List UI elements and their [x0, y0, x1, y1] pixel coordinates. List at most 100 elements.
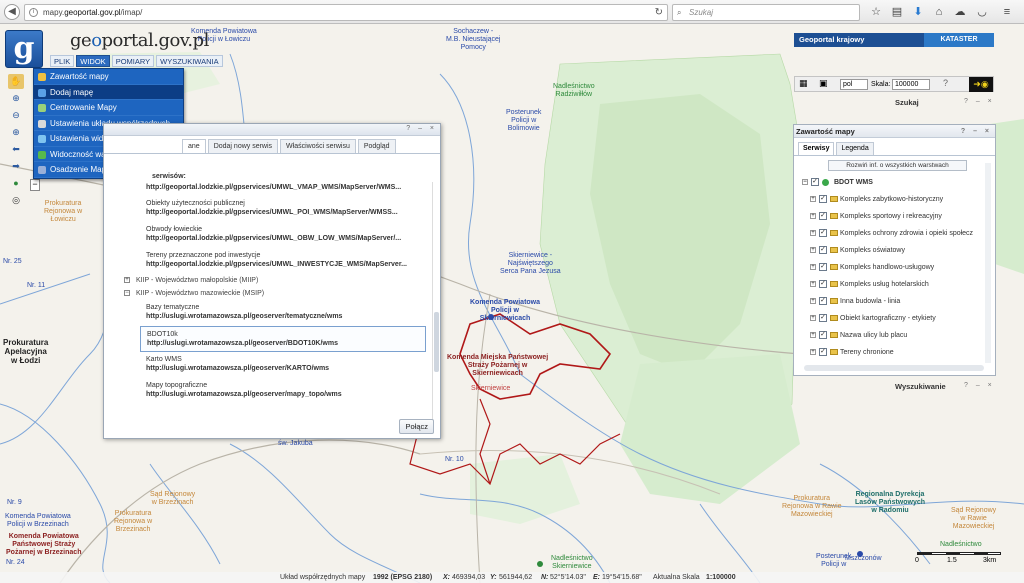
checkbox[interactable]: ✓: [819, 212, 827, 220]
zoom-out-icon[interactable]: ⊖: [8, 108, 24, 123]
connect-button[interactable]: Połącz: [399, 419, 434, 434]
service-entry[interactable]: Karto WMS http://uslugi.wrotamazowsza.pl…: [110, 352, 430, 378]
pan-hand-icon[interactable]: ✋: [8, 74, 24, 89]
download-icon[interactable]: ⬇: [911, 5, 925, 19]
menu-plik[interactable]: PLIK: [50, 55, 75, 67]
checkbox[interactable]: ✓: [819, 195, 827, 203]
layers-horizontal-scrollbar[interactable]: [804, 365, 984, 371]
layer-row[interactable]: + ✓ Kompleks handlowo-usługowy: [800, 259, 995, 276]
kataster-button[interactable]: KATASTER: [924, 33, 994, 47]
geoportal-krajowy-header[interactable]: Geoportal krajowy KATASTER: [794, 33, 994, 47]
expand-icon[interactable]: +: [810, 213, 816, 219]
previous-view-icon[interactable]: ⬅: [8, 142, 24, 157]
tab-dodaj-nowy-serwis[interactable]: Dodaj nowy serwis: [207, 139, 279, 153]
menu-item-zawartosc-mapy[interactable]: Zawartość mapy: [34, 69, 183, 85]
service-entry[interactable]: Obwody łowieckie http://geoportal.lodzki…: [110, 222, 430, 248]
layer-row[interactable]: + ✓ Inna budowla - linia: [800, 293, 995, 310]
menu-icon[interactable]: ≡: [1000, 5, 1014, 19]
window-buttons[interactable]: ? – ×: [964, 98, 995, 105]
layer-row[interactable]: + ✓ Kompleks sportowy i rekreacyjny: [800, 208, 995, 225]
expand-icon[interactable]: +: [810, 332, 816, 338]
layer-row[interactable]: + ✓ Kompleks oświatowy: [800, 242, 995, 259]
menu-item-dodaj-mape[interactable]: Dodaj mapę: [34, 84, 183, 100]
menu-widok[interactable]: WIDOK: [76, 55, 110, 67]
service-group-miip[interactable]: + KIIP - Województwo małopolskie (MIIP): [110, 274, 430, 287]
print-icon[interactable]: ▦: [799, 78, 808, 89]
checkbox[interactable]: ✓: [819, 348, 827, 356]
tab-legenda[interactable]: Legenda: [836, 142, 874, 155]
url-bar[interactable]: i mapy.geoportal.gov.pl/imap/ ↻: [24, 4, 668, 21]
bookmarks-list-icon[interactable]: ▤: [890, 5, 904, 19]
home-icon[interactable]: ⌂: [932, 5, 946, 19]
back-icon[interactable]: ◀: [4, 4, 20, 20]
service-entry[interactable]: Tereny przeznaczone pod inwestycje http:…: [110, 248, 430, 274]
layer-root-bdot[interactable]: − ✓ BDOT WMS: [800, 174, 995, 191]
collapse-button[interactable]: −: [30, 179, 40, 191]
search-icon: ⌕: [677, 8, 682, 17]
expand-icon[interactable]: +: [810, 349, 816, 355]
save-icon[interactable]: ▣: [819, 78, 828, 89]
collapse-icon[interactable]: −: [124, 290, 130, 296]
layer-row[interactable]: + ✓ Tereny chronione: [800, 344, 995, 361]
layer-row[interactable]: + ✓ Nazwa ulicy lub placu: [800, 327, 995, 344]
eye-icon[interactable]: ➜◉: [969, 77, 993, 92]
checkbox[interactable]: ✓: [811, 178, 819, 186]
service-entry[interactable]: Mapy topograficzne http://uslugi.wrotama…: [110, 378, 430, 404]
compass-icon[interactable]: ◎: [8, 193, 24, 208]
zoom-box-icon[interactable]: ⊕: [8, 125, 24, 140]
expand-icon[interactable]: +: [810, 298, 816, 304]
service-entry[interactable]: http://geoportal.lodzkie.pl/gpservices/U…: [110, 182, 430, 196]
menu-pomiary[interactable]: POMIARY: [111, 55, 155, 67]
layers-vertical-scrollbar[interactable]: [985, 163, 991, 363]
service-entry[interactable]: Obiekty użyteczności publicznej http://g…: [110, 196, 430, 222]
scrollbar-thumb[interactable]: [434, 312, 439, 372]
tab-wlasciwosci-serwisu[interactable]: Właściwości serwisu: [280, 139, 356, 153]
expand-icon[interactable]: +: [810, 230, 816, 236]
collapse-icon[interactable]: −: [802, 179, 808, 185]
checkbox[interactable]: ✓: [819, 229, 827, 237]
layer-row[interactable]: + ✓ Kompleks usług hotelarskich: [800, 276, 995, 293]
menu-item-centrowanie-mapy[interactable]: Centrowanie Mapy: [34, 100, 183, 116]
menu-wyszukiwania[interactable]: WYSZUKIWANIA: [156, 55, 223, 67]
window-buttons[interactable]: ? – ×: [406, 125, 437, 132]
expand-icon[interactable]: +: [810, 196, 816, 202]
next-view-icon[interactable]: ➡: [8, 159, 24, 174]
zoom-in-icon[interactable]: ⊕: [8, 91, 24, 106]
layer-row[interactable]: + ✓ Obiekt kartograficzny - etykiety: [800, 310, 995, 327]
language-select[interactable]: pol: [840, 79, 868, 90]
layer-row[interactable]: + ✓ Kompleks ochrony zdrowia i opieki społ…: [800, 225, 995, 242]
browser-search-input[interactable]: ⌕ Szukaj: [672, 4, 860, 21]
checkbox[interactable]: ✓: [819, 280, 827, 288]
expand-icon[interactable]: +: [124, 277, 130, 283]
checkbox[interactable]: ✓: [819, 331, 827, 339]
service-entry-selected[interactable]: BDOT10k http://uslugi.wrotamazowsza.pl/g…: [140, 326, 426, 352]
scale-input[interactable]: 100000: [892, 79, 930, 90]
checkbox[interactable]: ✓: [819, 314, 827, 322]
pocket-icon[interactable]: ◡: [975, 5, 989, 19]
bookmark-star-icon[interactable]: ☆: [869, 5, 883, 19]
tab-dostepne[interactable]: ane: [182, 139, 206, 153]
info-icon[interactable]: i: [29, 8, 38, 17]
expand-all-button[interactable]: Rozwiń inf. o wszystkich warstwach: [828, 160, 967, 171]
checkbox[interactable]: ✓: [819, 263, 827, 271]
window-buttons[interactable]: ? – ×: [964, 382, 995, 389]
help-icon[interactable]: ?: [943, 78, 948, 88]
expand-icon[interactable]: +: [810, 247, 816, 253]
tab-podglad[interactable]: Podgląd: [357, 139, 396, 153]
service-list-scrollbar[interactable]: [432, 182, 439, 422]
expand-icon[interactable]: +: [810, 264, 816, 270]
info-icon[interactable]: ●: [8, 176, 24, 191]
service-list: serwisów: http://geoportal.lodzkie.pl/gp…: [110, 172, 430, 422]
reload-icon[interactable]: ↻: [655, 5, 663, 20]
service-group-msip[interactable]: − KIIP - Województwo mazowieckie (MSIP): [110, 287, 430, 300]
chat-icon[interactable]: ☁: [953, 5, 967, 19]
checkbox[interactable]: ✓: [819, 297, 827, 305]
tab-serwisy[interactable]: Serwisy: [798, 142, 835, 155]
expand-icon[interactable]: +: [810, 315, 816, 321]
checkbox[interactable]: ✓: [819, 246, 827, 254]
service-entry[interactable]: Bazy tematyczne http://uslugi.wrotamazow…: [110, 300, 430, 326]
layer-row[interactable]: + ✓ Kompleks zabytkowo-historyczny: [800, 191, 995, 208]
window-buttons[interactable]: ? – ×: [961, 125, 992, 138]
expand-icon[interactable]: +: [810, 281, 816, 287]
geoportal-logo: g: [5, 30, 43, 68]
